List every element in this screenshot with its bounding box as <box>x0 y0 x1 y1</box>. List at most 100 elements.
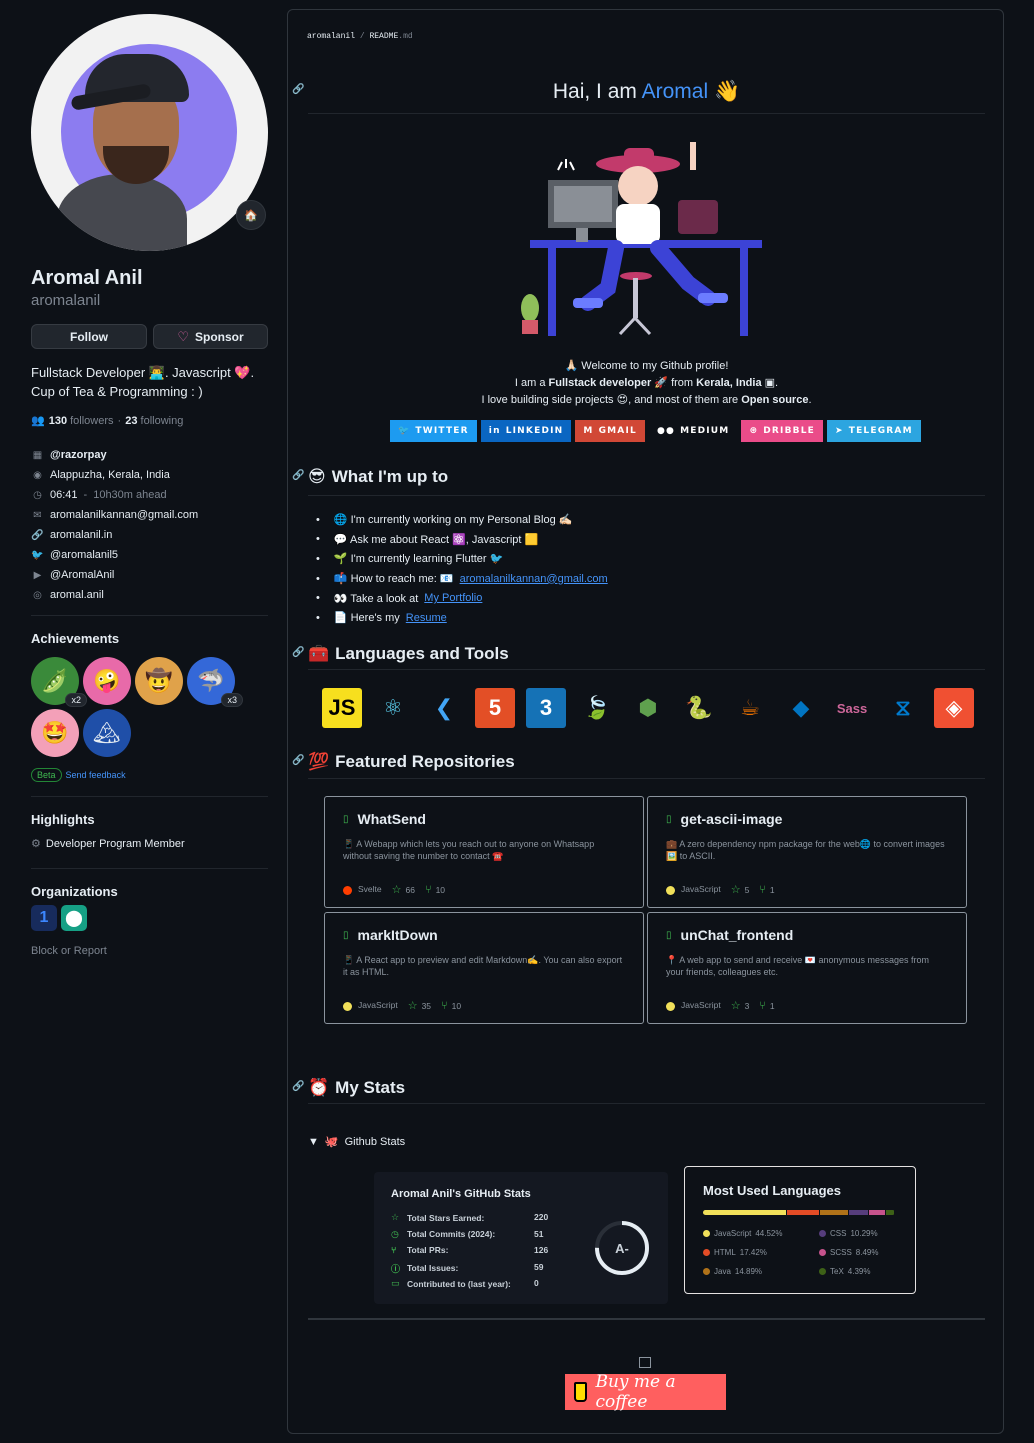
website-link[interactable]: aromalanil.in <box>50 529 112 541</box>
breadcrumb-user-link[interactable]: aromalanil <box>307 32 355 41</box>
repo-description: 📍 A web app to send and receive 💌 anonym… <box>666 955 930 977</box>
list-item-link[interactable]: My Portfolio <box>424 592 482 604</box>
achievement-badge-pair-extraordinaire[interactable]: 🫛 x2 <box>31 657 87 707</box>
stat-value: 59 <box>534 1261 544 1272</box>
repo-forks: 1 <box>769 1000 775 1011</box>
achievements-heading: Achievements <box>31 631 120 646</box>
block-report-link[interactable]: Block or Report <box>31 945 268 957</box>
detail-twitter: 🐦 @aromalanil5 <box>31 545 268 565</box>
repo-card[interactable]: ▯ markItDown 📱 A React app to preview and … <box>324 912 644 1024</box>
achievement-badge-yolo[interactable]: 🤪 <box>83 657 131 705</box>
repo-language: JavaScript <box>358 1000 398 1011</box>
repo-card[interactable]: ▯ WhatSend 📱 A Webapp which lets you reach… <box>324 796 644 908</box>
detail-instagram: ◎ aromal.anil <box>31 585 268 605</box>
repo-icon: ▯ <box>343 929 349 941</box>
python-icon: 🐍 <box>685 695 713 720</box>
repos-heading: 💯 Featured Repositories <box>308 752 515 771</box>
profile-details: ▦ @razorpay ◉ Alappuzha, Kerala, India ◷ 06… <box>31 445 268 605</box>
repo-meta: JavaScript ☆ 35 ⑂ 10 <box>343 999 461 1012</box>
social-badge-dribble[interactable]: ⊛ DRIBBLE <box>741 420 823 442</box>
location-icon: ◉ <box>33 469 42 481</box>
organization-avatar[interactable]: ⬤ <box>61 905 87 931</box>
instagram-link[interactable]: aromal.anil <box>50 589 104 601</box>
list-item: 👀 Take a look atMy Portfolio <box>316 588 608 608</box>
organization-avatar[interactable]: 1 <box>31 905 57 931</box>
language-bar-segment <box>820 1210 848 1215</box>
java-icon: ☕ <box>740 695 760 720</box>
repo-name: ▯ unChat_frontend <box>666 927 794 943</box>
follow-button[interactable]: Follow <box>31 324 147 349</box>
twitter-link[interactable]: @aromalanil5 <box>50 549 118 561</box>
achievement-badge-starstruck[interactable]: 🤩 <box>31 709 79 757</box>
social-badge-medium[interactable]: ●● MEDIUM <box>648 420 738 442</box>
status-emoji-button[interactable]: 🏠 <box>236 200 266 230</box>
github-stats-summary[interactable]: ▼ 🐙 Github Stats <box>308 1135 405 1149</box>
achievement-badge-quickdraw[interactable]: 🤠 <box>135 657 183 705</box>
send-feedback-link[interactable]: Send feedback <box>66 770 126 780</box>
readme-title: Hai, I am Aromal 👋 <box>552 80 741 103</box>
email-link[interactable]: aromalanilkannan@gmail.com <box>50 509 198 521</box>
repo-card[interactable]: ▯ unChat_frontend 📍 A web app to send and … <box>647 912 967 1024</box>
followers-link[interactable]: 130 followers <box>49 415 114 427</box>
arctic-vault-icon: 🏔 <box>93 720 121 745</box>
mongodb-icon: 🍃 <box>583 695 611 720</box>
detail-email: ✉ aromalanilkannan@gmail.com <box>31 505 268 525</box>
language-dot <box>666 1001 675 1011</box>
following-link[interactable]: 23 following <box>125 415 183 427</box>
language-bar-segment <box>786 1210 820 1215</box>
repo-card[interactable]: ▯ get-ascii-image 💼 A zero dependency npm … <box>647 796 967 908</box>
broken-image-icon <box>639 1357 651 1368</box>
anchor-link-icon[interactable]: 🔗 <box>292 470 304 481</box>
org-link[interactable]: @razorpay <box>50 449 107 461</box>
repo-language: Svelte <box>358 884 382 895</box>
language-item: SCSS 8.49% <box>819 1246 899 1258</box>
pair-extraordinaire-icon: 🫛 <box>41 668 69 693</box>
tools-heading: 🧰 Languages and Tools <box>308 644 509 663</box>
anchor-link-icon[interactable]: 🔗 <box>292 84 304 95</box>
repo-meta: JavaScript ☆ 5 ⑂ 1 <box>666 883 775 896</box>
stats-heading: ⏰ My Stats <box>308 1078 406 1097</box>
youtube-link[interactable]: @AromalAnil <box>50 569 114 581</box>
follow-stats: 👥 130 followers · 23 following <box>31 414 184 428</box>
alarm-clock-icon: ⏰ <box>308 1078 330 1097</box>
stat-label: Total Issues: <box>407 1263 459 1273</box>
badge-multiplier: x2 <box>65 693 87 707</box>
quickdraw-icon: 🤠 <box>145 668 173 693</box>
social-badge-twitter[interactable]: 🐦 TWITTER <box>390 420 477 442</box>
repo-description: 📱 A React app to preview and edit Markdo… <box>343 955 623 977</box>
sponsor-button[interactable]: ♡ Sponsor <box>153 324 268 349</box>
triangle-down-icon: ▼ <box>308 1135 319 1148</box>
stat-label: Total Commits (2024): <box>407 1229 496 1239</box>
language-item: CSS 10.29% <box>819 1227 899 1239</box>
stat-icon: ◷ <box>391 1228 399 1239</box>
anchor-link-icon[interactable]: 🔗 <box>292 647 304 658</box>
instagram-icon: ◎ <box>33 589 42 601</box>
home-icon: 🏠 <box>244 209 258 222</box>
twitter-icon: 🐦 <box>398 426 411 436</box>
upto-heading: 😎 What I'm up to <box>308 467 449 486</box>
social-badge-linkedin[interactable]: in LINKEDIN <box>480 420 572 442</box>
social-badge-gmail[interactable]: M GMAIL <box>575 420 645 442</box>
social-badge-telegram[interactable]: ➤ TELEGRAM <box>826 420 921 442</box>
fork-icon: ⑂ <box>424 883 432 896</box>
repo-meta: JavaScript ☆ 3 ⑂ 1 <box>666 999 775 1012</box>
avatar-container: 🏠 <box>31 14 268 251</box>
language-dot <box>819 1248 826 1256</box>
avatar[interactable] <box>31 14 268 251</box>
achievement-badge-pull-shark[interactable]: 🦈 x3 <box>187 657 243 707</box>
language-bar-segment <box>703 1210 786 1215</box>
anchor-link-icon[interactable]: 🔗 <box>292 755 304 766</box>
list-item-link[interactable]: Resume <box>406 612 447 624</box>
language-bar-segment <box>848 1210 869 1215</box>
achievement-badge-arctic-vault[interactable]: 🏔 <box>83 709 131 757</box>
yolo-icon: 🤪 <box>93 668 121 693</box>
buy-me-a-coffee-button[interactable]: Buy me a coffee <box>565 1372 726 1412</box>
profile-sidebar: 🏠 Aromal Anil aromalanil Follow ♡ Sponsor… <box>31 14 268 957</box>
list-item-link[interactable]: aromalanilkannan@gmail.com <box>460 573 608 585</box>
nodejs-icon: ⬢ <box>638 695 658 720</box>
git-icon: ◈ <box>934 688 974 728</box>
sass-icon: Sass <box>836 700 868 716</box>
highlights-heading: Highlights <box>31 812 95 827</box>
anchor-link-icon[interactable]: 🔗 <box>292 1081 304 1092</box>
detail-org: ▦ @razorpay <box>31 445 268 465</box>
